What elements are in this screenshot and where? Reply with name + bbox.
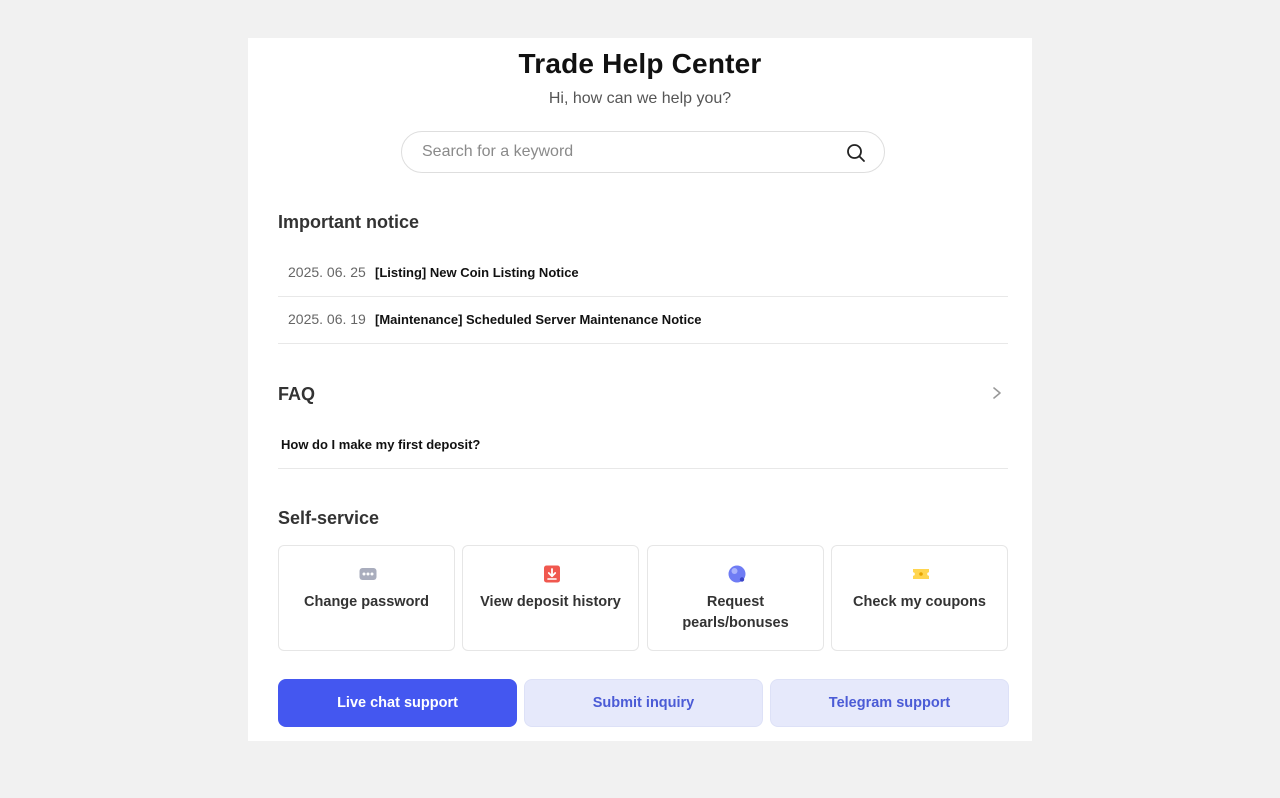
tile-check-coupons[interactable]: Check my coupons	[831, 545, 1008, 651]
search-icon[interactable]	[846, 143, 866, 163]
tile-label: Request pearls/bonuses	[682, 594, 789, 631]
tile-label: View deposit history	[480, 594, 621, 610]
notice-row[interactable]: 2025. 06. 19 [Maintenance] Scheduled Ser…	[278, 297, 1008, 344]
deposit-download-icon	[544, 565, 560, 583]
tile-label: Change password	[304, 594, 429, 610]
faq-question-link[interactable]: How do I make my first deposit?	[281, 437, 480, 452]
faq-heading: FAQ	[278, 384, 316, 404]
search-input[interactable]	[422, 132, 822, 172]
coupon-icon	[913, 569, 929, 579]
submit-inquiry-button[interactable]: Submit inquiry	[524, 679, 763, 727]
notice-title-link[interactable]: [Maintenance] Scheduled Server Maintenan…	[375, 312, 702, 327]
tile-change-password[interactable]: Change password	[278, 545, 455, 651]
live-chat-button[interactable]: Live chat support	[278, 679, 517, 727]
notice-title-link[interactable]: [Listing] New Coin Listing Notice	[375, 265, 579, 280]
important-notice-heading: Important notice	[278, 212, 420, 232]
telegram-support-button[interactable]: Telegram support	[770, 679, 1009, 727]
tile-deposit-history[interactable]: View deposit history	[462, 545, 639, 651]
notice-date: 2025. 06. 19	[288, 311, 366, 327]
page-subtitle: Hi, how can we help you?	[548, 90, 732, 107]
page-title: Trade Help Center	[518, 48, 762, 79]
tile-label: Check my coupons	[853, 594, 986, 610]
faq-item[interactable]: How do I make my first deposit?	[278, 427, 1008, 469]
help-center-card: Trade Help Center Hi, how can we help yo…	[248, 38, 1032, 741]
notice-row[interactable]: 2025. 06. 25 [Listing] New Coin Listing …	[278, 250, 1008, 297]
tile-request-pearls[interactable]: Request pearls/bonuses	[647, 545, 824, 651]
self-service-heading: Self-service	[278, 508, 380, 528]
notice-date: 2025. 06. 25	[288, 264, 366, 280]
search-box[interactable]	[401, 131, 885, 173]
chevron-right-icon[interactable]	[990, 385, 1004, 401]
password-icon	[359, 568, 377, 580]
pearl-icon	[728, 565, 746, 583]
